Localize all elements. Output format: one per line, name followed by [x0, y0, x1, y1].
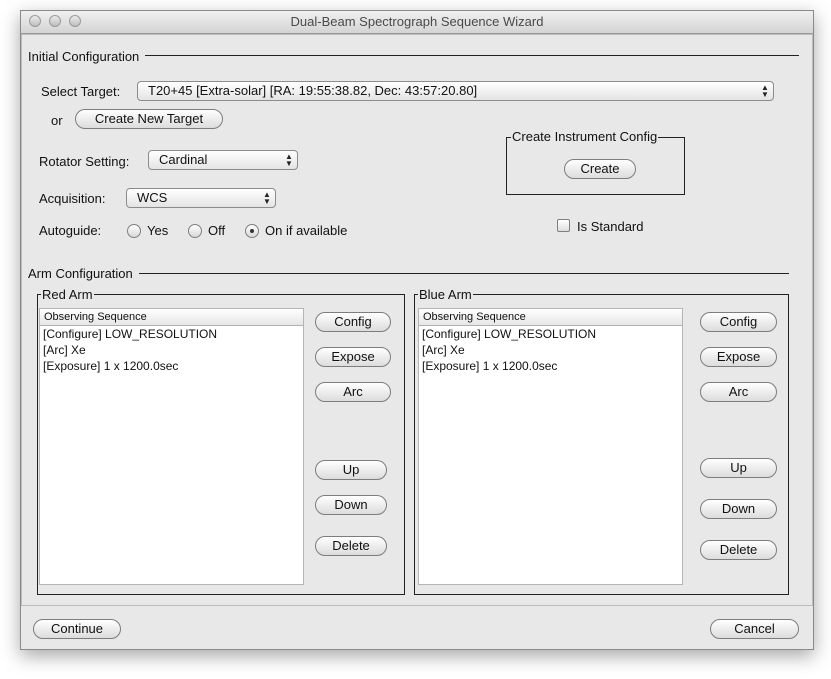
- rotator-setting-value: Cardinal: [159, 152, 208, 167]
- list-item[interactable]: [Arc] Xe: [40, 342, 303, 358]
- autoguide-yes-radio[interactable]: [127, 224, 141, 238]
- blue-arm-sequence-list[interactable]: Observing Sequence [Configure] LOW_RESOL…: [418, 308, 683, 585]
- red-arm-title: Red Arm: [41, 287, 94, 302]
- red-up-button[interactable]: Up: [315, 460, 387, 480]
- red-down-button[interactable]: Down: [315, 495, 387, 515]
- blue-arm-list-header[interactable]: Observing Sequence: [419, 309, 682, 326]
- acquisition-label: Acquisition:: [39, 191, 106, 206]
- red-arc-button[interactable]: Arc: [315, 382, 391, 402]
- rotator-setting-select[interactable]: Cardinal ▲ ▼: [148, 150, 298, 170]
- list-item[interactable]: [Configure] LOW_RESOLUTION: [419, 326, 682, 342]
- instrument-config-title: Create Instrument Config: [511, 129, 659, 144]
- blue-arm-title: Blue Arm: [418, 287, 473, 302]
- list-item[interactable]: [Exposure] 1 x 1200.0sec: [419, 358, 682, 374]
- create-new-target-button[interactable]: Create New Target: [75, 109, 223, 129]
- red-expose-button[interactable]: Expose: [315, 347, 391, 367]
- or-label: or: [51, 113, 63, 128]
- list-item[interactable]: [Configure] LOW_RESOLUTION: [40, 326, 303, 342]
- radio-selected-dot: [250, 229, 254, 233]
- title-bar[interactable]: Dual-Beam Spectrograph Sequence Wizard: [21, 11, 813, 34]
- autoguide-on-if-available-label: On if available: [265, 223, 348, 238]
- arm-config-title: Arm Configuration: [28, 266, 139, 281]
- red-delete-button[interactable]: Delete: [315, 536, 387, 556]
- main-panel: Initial Configuration Select Target: T20…: [21, 34, 813, 606]
- updown-arrows-icon: ▲ ▼: [285, 152, 293, 168]
- target-select[interactable]: T20+45 [Extra-solar] [RA: 19:55:38.82, D…: [137, 81, 774, 101]
- select-target-label: Select Target:: [41, 84, 121, 99]
- blue-arc-button[interactable]: Arc: [700, 382, 777, 402]
- autoguide-on-if-available-radio[interactable]: [245, 224, 259, 238]
- updown-arrows-icon: ▲ ▼: [263, 190, 271, 206]
- blue-down-button[interactable]: Down: [700, 499, 777, 519]
- blue-expose-button[interactable]: Expose: [700, 347, 777, 367]
- autoguide-label: Autoguide:: [39, 223, 102, 238]
- red-config-button[interactable]: Config: [315, 312, 391, 332]
- continue-button[interactable]: Continue: [33, 619, 121, 639]
- red-arm-list-header[interactable]: Observing Sequence: [40, 309, 303, 326]
- list-item[interactable]: [Arc] Xe: [419, 342, 682, 358]
- autoguide-off-label: Off: [208, 223, 226, 238]
- updown-arrows-icon: ▲ ▼: [761, 83, 769, 99]
- wizard-window: Dual-Beam Spectrograph Sequence Wizard I…: [20, 10, 814, 650]
- window-title: Dual-Beam Spectrograph Sequence Wizard: [290, 14, 544, 29]
- blue-delete-button[interactable]: Delete: [700, 540, 777, 560]
- blue-config-button[interactable]: Config: [700, 312, 777, 332]
- create-instrument-config-button[interactable]: Create: [564, 159, 636, 179]
- is-standard-label: Is Standard: [577, 219, 644, 234]
- initial-config-title: Initial Configuration: [28, 49, 146, 64]
- autoguide-off-radio[interactable]: [188, 224, 202, 238]
- is-standard-checkbox[interactable]: [557, 219, 570, 232]
- rotator-setting-label: Rotator Setting:: [39, 154, 130, 169]
- arm-config-divider: [28, 273, 789, 274]
- autoguide-yes-label: Yes: [147, 223, 169, 238]
- list-item[interactable]: [Exposure] 1 x 1200.0sec: [40, 358, 303, 374]
- blue-up-button[interactable]: Up: [700, 458, 777, 478]
- acquisition-select[interactable]: WCS ▲ ▼: [126, 188, 276, 208]
- acquisition-value: WCS: [137, 190, 168, 205]
- target-select-value: T20+45 [Extra-solar] [RA: 19:55:38.82, D…: [148, 83, 478, 98]
- red-arm-sequence-list[interactable]: Observing Sequence [Configure] LOW_RESOL…: [39, 308, 304, 585]
- cancel-button[interactable]: Cancel: [710, 619, 799, 639]
- footer-bar: Continue Cancel: [21, 606, 813, 649]
